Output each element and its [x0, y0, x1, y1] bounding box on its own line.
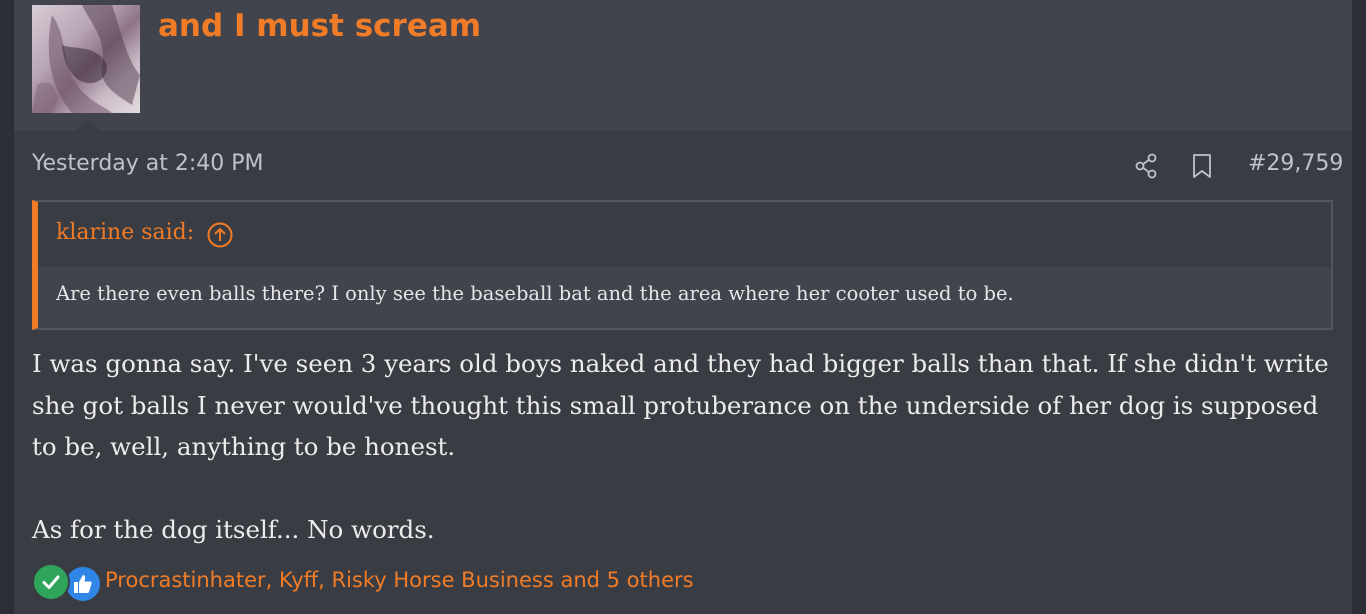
- post-number-link[interactable]: #29,759: [1248, 151, 1343, 176]
- post-paragraph-2: As for the dog itself... No words.: [32, 515, 435, 544]
- post-body: I was gonna say. I've seen 3 years old b…: [32, 343, 1337, 551]
- quote-text: Are there even balls there? I only see t…: [56, 282, 1014, 305]
- share-icon[interactable]: [1134, 153, 1158, 179]
- post-paragraph-1: I was gonna say. I've seen 3 years old b…: [32, 349, 1329, 461]
- user-avatar[interactable]: [32, 5, 140, 113]
- bookmark-icon[interactable]: [1191, 153, 1213, 179]
- post-timestamp[interactable]: Yesterday at 2:40 PM: [32, 151, 264, 176]
- quote-block: klarine said: Are there even balls there…: [32, 200, 1333, 330]
- quote-content: Are there even balls there? I only see t…: [38, 267, 1331, 328]
- reaction-users-link[interactable]: Procrastinhater, Kyff, Risky Horse Busin…: [105, 568, 694, 592]
- check-icon[interactable]: [32, 563, 70, 601]
- header-pointer: [76, 119, 100, 131]
- forum-post: and I must scream Yesterday at 2:40 PM #…: [14, 0, 1352, 614]
- post-author-name[interactable]: and I must scream: [158, 8, 481, 44]
- post-header: and I must scream: [14, 0, 1352, 131]
- quote-author[interactable]: klarine said:: [56, 220, 194, 245]
- arrow-up-circle-icon[interactable]: [206, 221, 234, 249]
